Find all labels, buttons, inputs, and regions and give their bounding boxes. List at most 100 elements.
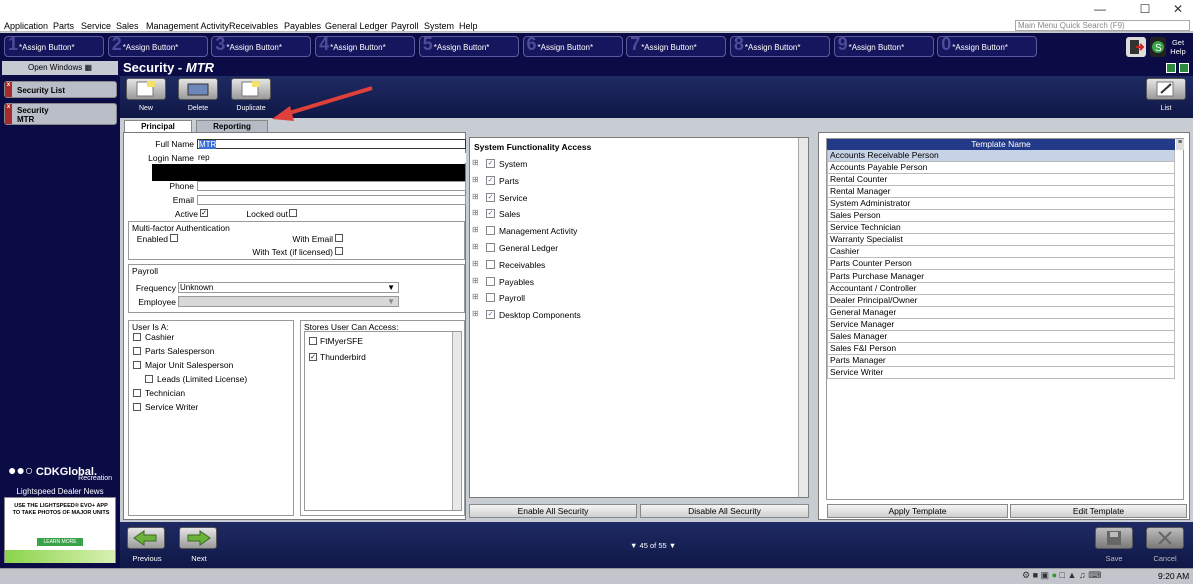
tray-icons[interactable]: ⚙ ■ ▣ ● □ ▲ ♫ ⌨	[1022, 570, 1101, 581]
template-row[interactable]: Cashier	[827, 246, 1175, 259]
sfa-checkbox[interactable]: ✓	[486, 209, 495, 219]
sfa-item[interactable]: ⊞ Receivables	[472, 259, 772, 271]
sfa-item[interactable]: ⊞ ✓ Service	[472, 192, 772, 204]
get-help-button[interactable]: Get Help	[1166, 38, 1190, 56]
sfa-checkbox[interactable]	[486, 259, 495, 269]
sfa-checkbox[interactable]: ✓	[486, 192, 495, 202]
next-button[interactable]	[179, 527, 217, 549]
assign-button-6[interactable]: 6 *Assign Button*	[522, 35, 623, 57]
assign-button-0[interactable]: 0 *Assign Button*	[937, 35, 1038, 57]
template-row[interactable]: System Administrator	[827, 198, 1175, 211]
template-row[interactable]: Accounts Payable Person	[827, 162, 1175, 175]
assign-button-8[interactable]: 8 *Assign Button*	[729, 35, 830, 57]
template-row[interactable]: Parts Manager	[827, 354, 1175, 367]
assign-button-7[interactable]: 7 *Assign Button*	[626, 35, 727, 57]
edit-template-button[interactable]: Edit Template	[1010, 504, 1187, 518]
help-icon[interactable]: S	[1150, 37, 1166, 57]
sfa-item[interactable]: ⊞ ✓ Sales	[472, 208, 772, 220]
template-row[interactable]: Accountant / Controller	[827, 282, 1175, 295]
template-row[interactable]: Dealer Principal/Owner	[827, 294, 1175, 307]
duplicate-button[interactable]	[231, 78, 271, 100]
full-name-field[interactable]: MTR	[197, 139, 466, 149]
assign-button-9[interactable]: 9 *Assign Button*	[833, 35, 934, 57]
menu-item-sales[interactable]: Sales	[116, 21, 139, 31]
quick-search-input[interactable]: Main Menu Quick Search (F9)	[1015, 20, 1190, 31]
expand-icon[interactable]: ⊞	[472, 259, 479, 268]
volume-icon[interactable]: ♫	[1079, 570, 1086, 580]
expand-icon[interactable]: ⊞	[472, 309, 479, 318]
page-down-icon[interactable]: ▼	[630, 541, 637, 550]
minimize-icon[interactable]: —	[1080, 0, 1120, 18]
sfa-item[interactable]: ⊞ Payroll	[472, 292, 772, 304]
sfa-checkbox[interactable]: ✓	[486, 310, 495, 320]
template-row[interactable]: Rental Manager	[827, 186, 1175, 199]
exit-icon[interactable]	[1126, 37, 1146, 57]
menu-item-application[interactable]: Application	[4, 21, 48, 31]
restore-icon[interactable]	[1166, 63, 1176, 73]
ad-learn-more-button[interactable]: LEARN MORE	[37, 538, 83, 546]
user-is-checkbox[interactable]	[133, 389, 141, 397]
assign-button-3[interactable]: 3 *Assign Button*	[211, 35, 312, 57]
keyboard-icon[interactable]: ⌨	[1088, 570, 1101, 580]
expand-icon[interactable]: ⊞	[472, 225, 479, 234]
status-icon[interactable]: ●	[1052, 570, 1057, 580]
template-row[interactable]: Parts Purchase Manager	[827, 270, 1175, 283]
network-icon[interactable]: ⚙	[1022, 570, 1030, 580]
delete-button[interactable]	[178, 78, 218, 100]
expand-icon[interactable]: ⊞	[472, 276, 479, 285]
new-button[interactable]	[126, 78, 166, 100]
save-button[interactable]	[1095, 527, 1133, 549]
template-row[interactable]: Service Technician	[827, 222, 1175, 235]
email-field[interactable]	[197, 195, 466, 205]
sfa-item[interactable]: ⊞ General Ledger	[472, 242, 772, 254]
folder-icon[interactable]: □	[1060, 570, 1065, 580]
assign-button-2[interactable]: 2 *Assign Button*	[107, 35, 208, 57]
template-row[interactable]: Sales F&I Person	[827, 342, 1175, 355]
chat-icon[interactable]: ▣	[1041, 570, 1050, 580]
sfa-item[interactable]: ⊞ ✓ Parts	[472, 175, 772, 187]
store-checkbox[interactable]	[309, 337, 317, 345]
update-icon[interactable]: ▲	[1067, 570, 1076, 580]
template-row[interactable]: Service Manager	[827, 318, 1175, 331]
apply-template-button[interactable]: Apply Template	[827, 504, 1008, 518]
menu-item-service[interactable]: Service	[81, 21, 111, 31]
template-row[interactable]: Parts Counter Person	[827, 258, 1175, 271]
template-row[interactable]: Sales Manager	[827, 330, 1175, 343]
mfa-email-checkbox[interactable]	[335, 234, 343, 242]
list-button[interactable]	[1146, 78, 1186, 100]
disable-all-security-button[interactable]: Disable All Security	[640, 504, 809, 518]
assign-button-1[interactable]: 1 *Assign Button*	[4, 35, 104, 57]
close-icon[interactable]: ✕	[1158, 0, 1193, 18]
template-row[interactable]: Accounts Receivable Person	[827, 150, 1175, 162]
user-is-checkbox[interactable]	[133, 403, 141, 411]
employee-select[interactable]: ▼	[178, 296, 399, 307]
menu-item-parts[interactable]: Parts	[53, 21, 74, 31]
sfa-checkbox[interactable]: ✓	[486, 175, 495, 185]
active-checkbox[interactable]: ✓	[200, 209, 208, 217]
sfa-checkbox[interactable]	[486, 276, 495, 286]
shield-icon[interactable]: ■	[1033, 570, 1038, 580]
expand-icon[interactable]: ⊞	[472, 175, 479, 184]
locked-out-checkbox[interactable]	[289, 209, 297, 217]
open-window-security-mtr[interactable]: x Security MTR	[4, 103, 117, 125]
expand-icon[interactable]: ⊞	[472, 208, 479, 217]
template-row[interactable]: Rental Counter	[827, 174, 1175, 187]
sfa-checkbox[interactable]	[486, 293, 495, 303]
expand-icon[interactable]: ⊞	[472, 242, 479, 251]
template-header[interactable]: Template Name	[827, 139, 1175, 150]
mfa-text-checkbox[interactable]	[335, 247, 343, 255]
assign-button-5[interactable]: 5 *Assign Button*	[418, 35, 519, 57]
template-row[interactable]: Sales Person	[827, 210, 1175, 223]
open-window-security-list[interactable]: x Security List	[4, 81, 117, 98]
store-checkbox[interactable]: ✓	[309, 353, 317, 361]
menu-item-payables[interactable]: Payables	[284, 21, 321, 31]
close-window-icon[interactable]: x	[5, 82, 12, 97]
expand-icon[interactable]: ⊞	[472, 158, 479, 167]
close-window-icon[interactable]: x	[5, 104, 12, 124]
enable-all-security-button[interactable]: Enable All Security	[469, 504, 637, 518]
ad-banner[interactable]: USE THE LIGHTSPEED® EVO+ APP TO TAKE PHO…	[4, 497, 116, 563]
stores-scrollbar[interactable]	[452, 332, 461, 510]
user-is-checkbox[interactable]	[133, 361, 141, 369]
sfa-scrollbar[interactable]	[798, 138, 808, 497]
window-close-icon[interactable]	[1179, 63, 1189, 73]
